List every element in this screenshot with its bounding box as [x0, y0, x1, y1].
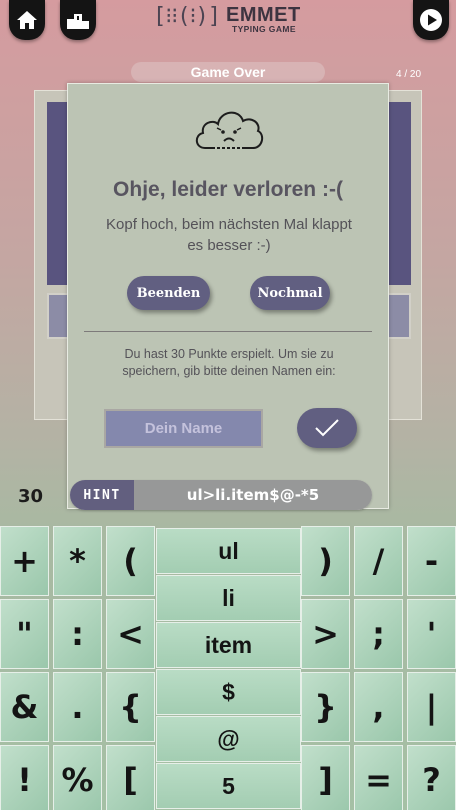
- key-open-brace[interactable]: {: [106, 672, 155, 742]
- key-label: :: [71, 615, 84, 653]
- key-asterisk[interactable]: *: [53, 526, 102, 596]
- leaderboard-button[interactable]: [60, 0, 96, 40]
- key-colon[interactable]: :: [53, 599, 102, 669]
- key-label: ]: [318, 761, 333, 799]
- submit-name-button[interactable]: [297, 408, 357, 448]
- key-label: |: [425, 688, 438, 726]
- key-open-paren[interactable]: (: [106, 526, 155, 596]
- dialog-title: Ohje, leider verloren :-(: [113, 178, 343, 201]
- home-icon: [17, 11, 37, 29]
- key-single-quote[interactable]: ': [407, 599, 456, 669]
- name-input[interactable]: [104, 409, 263, 448]
- key-pipe[interactable]: |: [407, 672, 456, 742]
- quit-button[interactable]: Beenden: [127, 276, 210, 310]
- key-close-paren[interactable]: ): [301, 526, 350, 596]
- key-greater-than[interactable]: >: [301, 599, 350, 669]
- key-label: *: [69, 542, 86, 580]
- retry-button[interactable]: Nochmal: [250, 276, 330, 310]
- home-button[interactable]: [9, 0, 45, 40]
- key-label: .: [71, 688, 84, 726]
- snippet-key-li[interactable]: li: [156, 575, 301, 621]
- key-label: @: [217, 725, 240, 752]
- key-equals[interactable]: =: [354, 745, 403, 810]
- symbol-keyboard: + * ( " : < & . { ! % [ ul li item $ @ 5…: [0, 526, 456, 810]
- podium-icon: [67, 14, 89, 29]
- sad-cloud-icon: [195, 111, 264, 149]
- key-plus[interactable]: +: [0, 526, 49, 596]
- key-label: li: [222, 584, 235, 611]
- key-label: =: [365, 761, 392, 799]
- key-label: %: [61, 761, 94, 799]
- play-button[interactable]: [413, 0, 449, 40]
- key-label: $: [222, 678, 235, 705]
- key-slash[interactable]: /: [354, 526, 403, 596]
- key-label: (: [123, 542, 138, 580]
- key-label: ): [318, 542, 333, 580]
- key-label: -: [424, 542, 439, 580]
- play-icon: [420, 9, 442, 31]
- level-progress: 4 / 20: [396, 69, 422, 80]
- snippet-key-ul[interactable]: ul: [156, 528, 301, 574]
- checkmark-icon: [315, 419, 339, 437]
- key-dot[interactable]: .: [53, 672, 102, 742]
- hint-button[interactable]: HINT: [70, 480, 134, 510]
- key-exclamation[interactable]: !: [0, 745, 49, 810]
- key-label: ,: [372, 688, 385, 726]
- key-label: +: [11, 542, 38, 580]
- snippet-key-five[interactable]: 5: [156, 763, 301, 809]
- key-percent[interactable]: %: [53, 745, 102, 810]
- key-double-quote[interactable]: ": [0, 599, 49, 669]
- key-label: {: [119, 688, 142, 726]
- snippet-key-dollar[interactable]: $: [156, 669, 301, 715]
- key-label: ;: [372, 615, 385, 653]
- hint-text: ul>li.item$@-*5: [134, 480, 372, 510]
- key-label: >: [312, 615, 339, 653]
- key-comma[interactable]: ,: [354, 672, 403, 742]
- key-less-than[interactable]: <: [106, 599, 155, 669]
- key-label: ": [16, 615, 33, 653]
- key-label: item: [204, 631, 253, 658]
- key-open-bracket[interactable]: [: [106, 745, 155, 810]
- game-over-dialog: Ohje, leider verloren :-( Kopf hoch, bei…: [67, 83, 389, 509]
- hint-bar: HINT ul>li.item$@-*5: [70, 480, 372, 510]
- key-label: }: [314, 688, 337, 726]
- divider: [84, 331, 372, 332]
- app-logo: [⁝⁝(⁝)] EMMET TYPING GAME: [153, 4, 305, 34]
- logo-mark: [⁝⁝(⁝)]: [153, 4, 221, 29]
- key-minus[interactable]: -: [407, 526, 456, 596]
- key-label: [: [123, 761, 138, 799]
- key-label: ': [426, 615, 437, 653]
- dialog-subtitle: Kopf hoch, beim nächsten Mal klappt es b…: [106, 216, 352, 254]
- game-status: Game Over: [131, 62, 325, 82]
- snippet-key-at[interactable]: @: [156, 716, 301, 762]
- key-close-brace[interactable]: }: [301, 672, 350, 742]
- key-close-bracket[interactable]: ]: [301, 745, 350, 810]
- key-label: &: [10, 688, 39, 726]
- snippet-key-item[interactable]: item: [156, 622, 301, 668]
- save-prompt: Du hast 30 Punkte erspielt. Um sie zu sp…: [122, 347, 336, 378]
- key-ampersand[interactable]: &: [0, 672, 49, 742]
- key-label: !: [17, 761, 32, 799]
- key-label: <: [117, 615, 144, 653]
- score: 30: [18, 486, 44, 507]
- key-label: 5: [222, 772, 235, 799]
- key-question[interactable]: ?: [407, 745, 456, 810]
- key-label: /: [372, 542, 385, 580]
- logo-subtitle: TYPING GAME: [232, 24, 296, 34]
- key-semicolon[interactable]: ;: [354, 599, 403, 669]
- key-label: ul: [218, 537, 239, 564]
- key-label: ?: [422, 761, 441, 799]
